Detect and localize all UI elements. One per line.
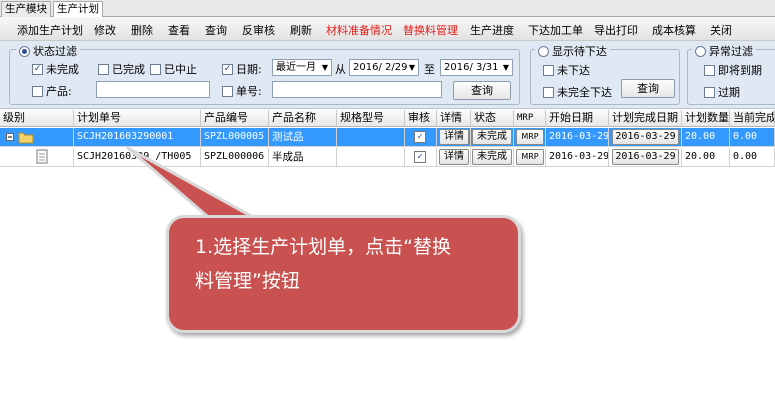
callout-line-2: 料管理”按钮 [195, 270, 300, 292]
callout-pointer [126, 146, 264, 224]
instruction-callout: 1.选择生产计划单，点击“替换 料管理”按钮 [166, 215, 521, 333]
callout-line-1: 1.选择生产计划单，点击“替换 [195, 236, 451, 258]
